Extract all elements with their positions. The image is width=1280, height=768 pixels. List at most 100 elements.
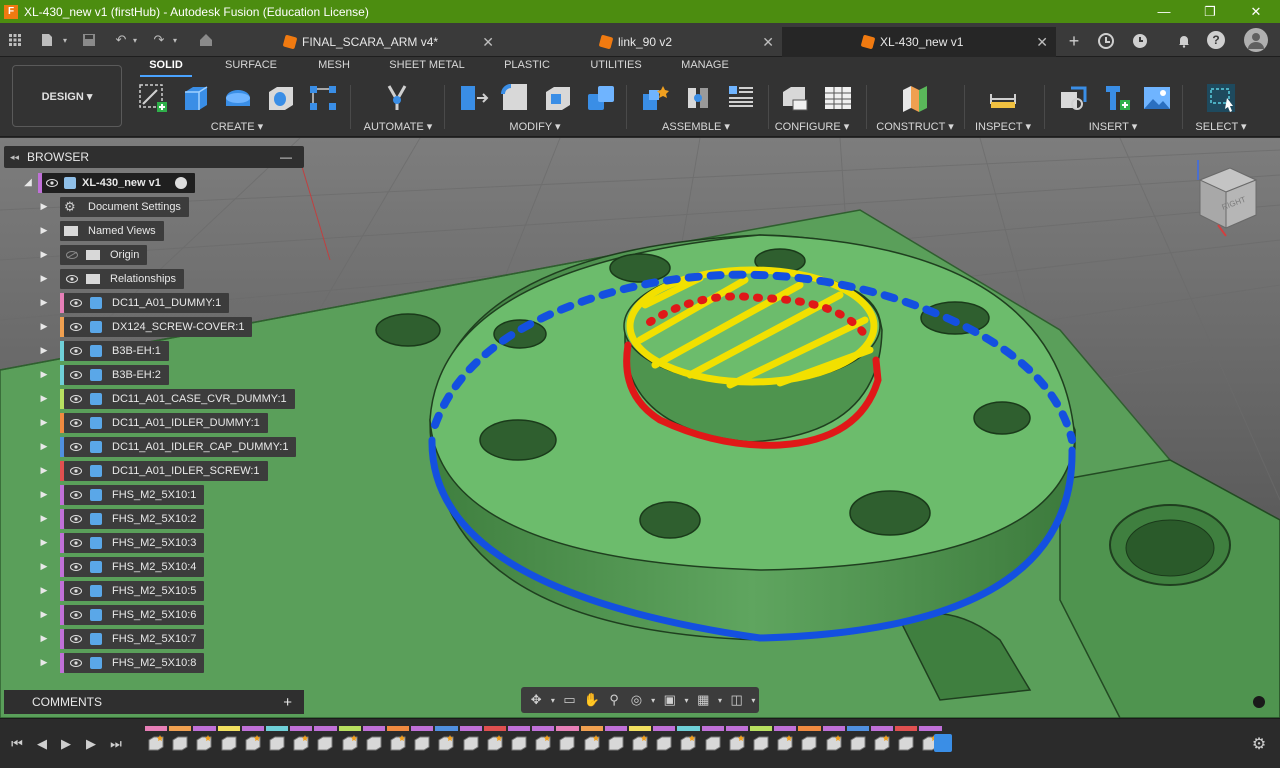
expand-triangle-icon[interactable]: ▶: [38, 489, 50, 501]
viewports-dropdown-icon[interactable]: ▾: [748, 688, 759, 712]
tab-manage[interactable]: MANAGE: [674, 59, 736, 75]
tab-plastic[interactable]: PLASTIC: [496, 59, 558, 75]
construct-menu[interactable]: CONSTRUCT ▾: [872, 120, 958, 133]
visibility-eye-icon[interactable]: [68, 511, 84, 527]
visibility-eye-icon[interactable]: [68, 415, 84, 431]
timeline-feature-icon[interactable]: [486, 734, 504, 752]
shell-icon[interactable]: [541, 81, 575, 115]
expand-triangle-icon[interactable]: ▶: [38, 657, 50, 669]
timeline-feature-icon[interactable]: [825, 734, 843, 752]
expand-triangle-icon[interactable]: ▶: [38, 273, 50, 285]
browser-root-item[interactable]: ◢ XL-430_new v1: [22, 172, 195, 193]
expand-triangle-icon[interactable]: ▶: [38, 609, 50, 621]
browser-component-item[interactable]: ▶ FHS_M2_5X10:4: [38, 556, 205, 577]
timeline-feature-icon[interactable]: [437, 734, 455, 752]
select-window-icon[interactable]: [1204, 81, 1238, 115]
visibility-eye-icon[interactable]: [68, 655, 84, 671]
browser-component-item[interactable]: ▶ DC11_A01_IDLER_CAP_DUMMY:1: [38, 436, 297, 457]
assemble-menu[interactable]: ASSEMBLE ▾: [656, 120, 736, 133]
timeline-feature-icon[interactable]: [171, 734, 189, 752]
browser-component-item[interactable]: ▶ B3B-EH:1: [38, 340, 169, 361]
configure-menu[interactable]: CONFIGURE ▾: [772, 120, 852, 133]
timeline-feature-icon[interactable]: [607, 734, 625, 752]
go-to-start-icon[interactable]: ⏮: [8, 735, 26, 753]
add-comment-icon[interactable]: +: [283, 694, 292, 711]
new-component-icon[interactable]: [638, 81, 672, 115]
tab-link-90[interactable]: link_90 v2 ✕: [586, 27, 782, 57]
expand-triangle-icon[interactable]: ▶: [38, 513, 50, 525]
browser-component-item[interactable]: ▶ DC11_A01_DUMMY:1: [38, 292, 230, 313]
measure-icon[interactable]: [986, 81, 1020, 115]
look-at-icon[interactable]: ▭: [558, 688, 580, 712]
close-tab-icon[interactable]: ✕: [482, 34, 494, 51]
timeline-feature-icon[interactable]: [341, 734, 359, 752]
step-back-icon[interactable]: ◀: [33, 735, 51, 753]
visibility-eye-icon[interactable]: [68, 319, 84, 335]
insert-menu[interactable]: INSERT ▾: [1078, 120, 1148, 133]
browser-component-item[interactable]: ▶ DC11_A01_IDLER_SCREW:1: [38, 460, 268, 481]
close-tab-icon[interactable]: ✕: [1036, 34, 1048, 51]
expand-triangle-icon[interactable]: ▶: [38, 297, 50, 309]
expand-triangle-icon[interactable]: ▶: [38, 585, 50, 597]
timeline-feature-icon[interactable]: [413, 734, 431, 752]
expand-triangle-icon[interactable]: ▶: [38, 465, 50, 477]
timeline-feature-icon[interactable]: [704, 734, 722, 752]
revolve-icon[interactable]: [221, 81, 255, 115]
insert-canvas-icon[interactable]: [1140, 81, 1174, 115]
new-tab-icon[interactable]: +: [1064, 31, 1084, 51]
expand-triangle-icon[interactable]: ▶: [38, 201, 50, 213]
visibility-eye-icon[interactable]: [68, 295, 84, 311]
visibility-eye-icon[interactable]: [68, 583, 84, 599]
play-icon[interactable]: ▶: [57, 735, 75, 753]
redo-dropdown-icon[interactable]: ▾: [166, 31, 184, 49]
timeline-feature-icon[interactable]: [220, 734, 238, 752]
timeline-feature-icon[interactable]: [776, 734, 794, 752]
timeline-feature-icon[interactable]: [873, 734, 891, 752]
timeline-feature-icon[interactable]: [583, 734, 601, 752]
comments-panel[interactable]: COMMENTS +: [4, 690, 304, 714]
zoom-icon[interactable]: ⚲: [603, 688, 625, 712]
visibility-eye-icon[interactable]: [68, 439, 84, 455]
timeline-feature-icon[interactable]: [365, 734, 383, 752]
visibility-eye-icon[interactable]: [68, 463, 84, 479]
press-pull-icon[interactable]: [456, 81, 490, 115]
browser-collapse-arrows-icon[interactable]: ◂◂: [10, 152, 19, 163]
maximize-button[interactable]: ❐: [1187, 0, 1233, 23]
expand-triangle-icon[interactable]: ▶: [38, 561, 50, 573]
orbit-icon[interactable]: ✥: [525, 688, 547, 712]
timeline-feature-icon[interactable]: [389, 734, 407, 752]
combine-icon[interactable]: [584, 81, 618, 115]
create-sketch-icon[interactable]: [136, 81, 170, 115]
timeline-feature-icon[interactable]: [728, 734, 746, 752]
extrude-icon[interactable]: [178, 81, 212, 115]
job-status-icon[interactable]: [1130, 31, 1150, 51]
browser-component-item[interactable]: ▶ B3B-EH:2: [38, 364, 169, 385]
timeline-settings-gear-icon[interactable]: ⚙: [1250, 735, 1268, 753]
browser-component-item[interactable]: ▶ FHS_M2_5X10:6: [38, 604, 205, 625]
browser-component-item[interactable]: ▶ DC11_A01_CASE_CVR_DUMMY:1: [38, 388, 295, 409]
expand-triangle-icon[interactable]: ▶: [38, 633, 50, 645]
timeline-feature-icon[interactable]: [800, 734, 818, 752]
visibility-eye-icon[interactable]: [68, 391, 84, 407]
hole-icon[interactable]: [264, 81, 298, 115]
expand-triangle-icon[interactable]: ▶: [38, 441, 50, 453]
grid-menu-icon[interactable]: [6, 31, 24, 49]
visibility-eye-icon[interactable]: [68, 607, 84, 623]
modify-menu[interactable]: MODIFY ▾: [494, 120, 576, 133]
browser-minimize-icon[interactable]: —: [280, 150, 292, 164]
timeline-feature-icon[interactable]: [147, 734, 165, 752]
joint-icon[interactable]: [681, 81, 715, 115]
tab-surface[interactable]: SURFACE: [218, 59, 284, 75]
insert-derive-icon[interactable]: [1056, 81, 1090, 115]
browser-component-item[interactable]: ▶ FHS_M2_5X10:3: [38, 532, 205, 553]
expand-triangle-icon[interactable]: ▶: [38, 321, 50, 333]
grid-dropdown-icon[interactable]: ▾: [714, 688, 725, 712]
browser-component-item[interactable]: ▶ FHS_M2_5X10:7: [38, 628, 205, 649]
browser-item-document-settings[interactable]: ▶ ⚙ Document Settings: [38, 196, 189, 217]
inspect-menu[interactable]: INSPECT ▾: [972, 120, 1034, 133]
go-to-end-icon[interactable]: ⏭: [107, 735, 125, 753]
timeline-feature-icon[interactable]: [849, 734, 867, 752]
expand-triangle-icon[interactable]: ▶: [38, 369, 50, 381]
home-icon[interactable]: [197, 31, 215, 49]
grid-settings-icon[interactable]: ▦: [692, 688, 714, 712]
